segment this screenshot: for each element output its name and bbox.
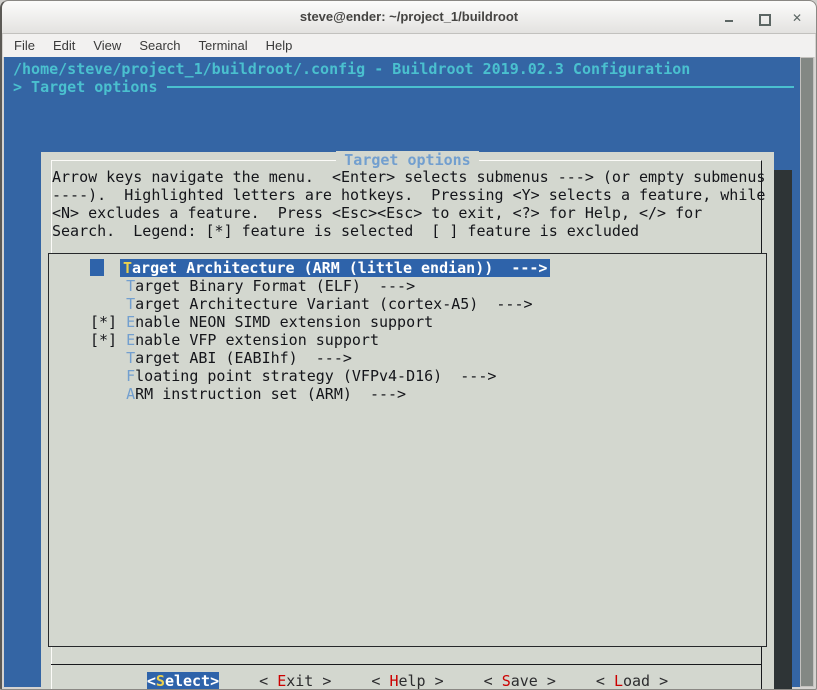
item-prefix [90,295,126,313]
breadcrumb-rule [167,86,795,88]
dialog-buttons: <Select> < Exit > < Help > < Save > < Load > [41,672,774,690]
minimize-icon[interactable] [722,11,736,25]
menubar-item-search[interactable]: Search [130,36,189,55]
item-prefix [90,277,126,295]
item-prefix [90,367,126,385]
maximize-icon[interactable] [756,11,770,25]
hotkey-letter: A [126,385,135,403]
instruction-line-3: <N> excludes a feature. Press <Esc><Esc>… [52,204,765,222]
hotkey-letter: T [126,277,135,295]
button-hotkey-letter: S [502,672,511,690]
terminal-window: steve@ender: ~/project_1/buildroot ✕ Fil… [0,0,817,690]
item-prefix: [*] [90,331,126,349]
target-options-dialog: Target options Arrow keys navigate the m… [41,152,774,690]
dialog-title: Target options [41,151,774,169]
menubar-item-edit[interactable]: Edit [44,36,84,55]
button-separator [51,664,762,665]
terminal-scrollbar[interactable] [800,57,814,687]
select-button[interactable]: <Select> [147,672,219,690]
item-prefix: [*] [90,313,126,331]
item-prefix [90,385,126,403]
menu-item-row[interactable]: [*] Enable NEON SIMD extension support [49,313,766,331]
instruction-line-4: Search. Legend: [*] feature is selected … [52,222,765,240]
menu-bar: FileEditViewSearchTerminalHelp [3,34,815,57]
menu-item-row[interactable]: Floating point strategy (VFPv4-D16) ---> [49,367,766,385]
menubar-item-terminal[interactable]: Terminal [190,36,257,55]
instruction-line-1: Arrow keys navigate the menu. <Enter> se… [52,168,765,186]
menubar-item-file[interactable]: File [5,36,44,55]
selection-cursor [90,259,104,276]
menu-item-row[interactable]: [*] Enable VFP extension support [49,331,766,349]
menubar-item-view[interactable]: View [84,36,130,55]
item-prefix [90,349,126,367]
exit-button[interactable]: < Exit > [259,672,331,690]
close-icon[interactable]: ✕ [790,11,804,25]
menubar-item-help[interactable]: Help [257,36,302,55]
button-hotkey-letter: L [614,672,623,690]
window-controls: ✕ [722,1,804,34]
config-path-header: /home/steve/project_1/buildroot/.config … [13,60,798,78]
menu-item-row[interactable]: ARM instruction set (ARM) ---> [49,385,766,403]
hotkey-letter: E [126,331,135,349]
window-title: steve@ender: ~/project_1/buildroot [2,9,816,24]
terminal-viewport[interactable]: /home/steve/project_1/buildroot/.config … [4,57,802,687]
menu-item-row[interactable]: Target Binary Format (ELF) ---> [49,277,766,295]
scrollbar-thumb[interactable] [801,58,813,686]
button-hotkey-letter: H [389,672,398,690]
help-button[interactable]: < Help > [371,672,443,690]
cursor-gap [104,259,120,276]
breadcrumb: > Target options [13,78,158,96]
instruction-line-2: ----). Highlighted letters are hotkeys. … [52,186,765,204]
menu-item-row[interactable]: Target Architecture Variant (cortex-A5) … [49,295,766,313]
hotkey-letter: E [126,313,135,331]
hotkey-letter: T [126,295,135,313]
breadcrumb-row: > Target options [13,78,796,96]
menu-item-row[interactable]: Target Architecture (ARM (little endian)… [49,259,766,277]
hotkey-letter: T [123,259,132,277]
help-instructions: Arrow keys navigate the menu. <Enter> se… [52,168,765,240]
save-button[interactable]: < Save > [484,672,556,690]
load-button[interactable]: < Load > [596,672,668,690]
menu-item-row[interactable]: Target ABI (EABIhf) ---> [49,349,766,367]
hotkey-letter: F [126,367,135,385]
hotkey-letter: T [126,349,135,367]
menu-listbox[interactable]: Target Architecture (ARM (little endian)… [48,253,767,647]
button-hotkey-letter: E [277,672,286,690]
window-titlebar[interactable]: steve@ender: ~/project_1/buildroot ✕ [2,1,816,34]
selected-item-text: Target Architecture (ARM (little endian)… [120,259,550,277]
button-hotkey-letter: S [156,672,165,690]
